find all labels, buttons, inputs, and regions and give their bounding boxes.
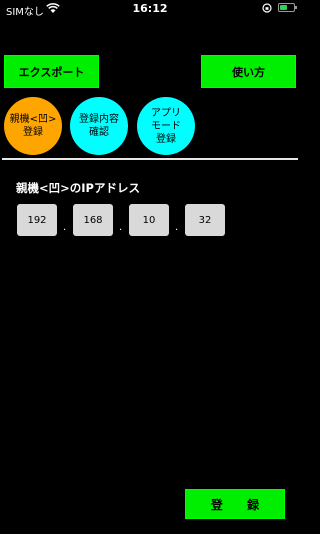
divider	[2, 158, 298, 160]
screen: SIMなし 16:12 エクスポート 使い方 親機<凹> 登録 登録内容 確認 …	[0, 0, 300, 534]
app-mode-register-button[interactable]: アプリ モード 登録	[137, 97, 195, 155]
app-mode-label-line-3: 登録	[156, 133, 176, 145]
battery-fill	[280, 5, 287, 10]
ip-address-label: 親機<凹>のIPアドレス	[16, 181, 140, 195]
status-bar: SIMなし 16:12	[0, 0, 300, 18]
orientation-lock-icon	[262, 3, 272, 13]
register-parent-button[interactable]: 親機<凹> 登録	[4, 97, 62, 155]
clock: 16:12	[132, 2, 168, 15]
register-parent-label-line-2: 登録	[23, 127, 43, 138]
confirm-registration-button[interactable]: 登録内容 確認	[70, 97, 128, 155]
register-button[interactable]: 登 録	[185, 489, 285, 519]
battery-icon	[278, 3, 295, 12]
ip-octet-1-input[interactable]: 192	[17, 204, 57, 236]
ip-separator: .	[175, 222, 179, 233]
ip-octet-4-input[interactable]: 32	[185, 204, 225, 236]
app-mode-label-line-1: アプリ	[151, 107, 181, 119]
battery-cap	[295, 6, 297, 9]
ip-separator: .	[119, 222, 123, 233]
confirm-registration-label-line-2: 確認	[89, 127, 109, 138]
ip-separator: .	[63, 222, 67, 233]
register-parent-label-line-1: 親機<凹>	[9, 114, 57, 125]
usage-guide-button[interactable]: 使い方	[201, 55, 296, 88]
ip-octet-2-input[interactable]: 168	[73, 204, 113, 236]
ip-octet-3-input[interactable]: 10	[129, 204, 169, 236]
export-button[interactable]: エクスポート	[4, 55, 99, 88]
app-mode-label-line-2: モード	[151, 120, 181, 132]
confirm-registration-label-line-1: 登録内容	[79, 114, 119, 125]
register-button-label: 登 録	[210, 497, 270, 512]
